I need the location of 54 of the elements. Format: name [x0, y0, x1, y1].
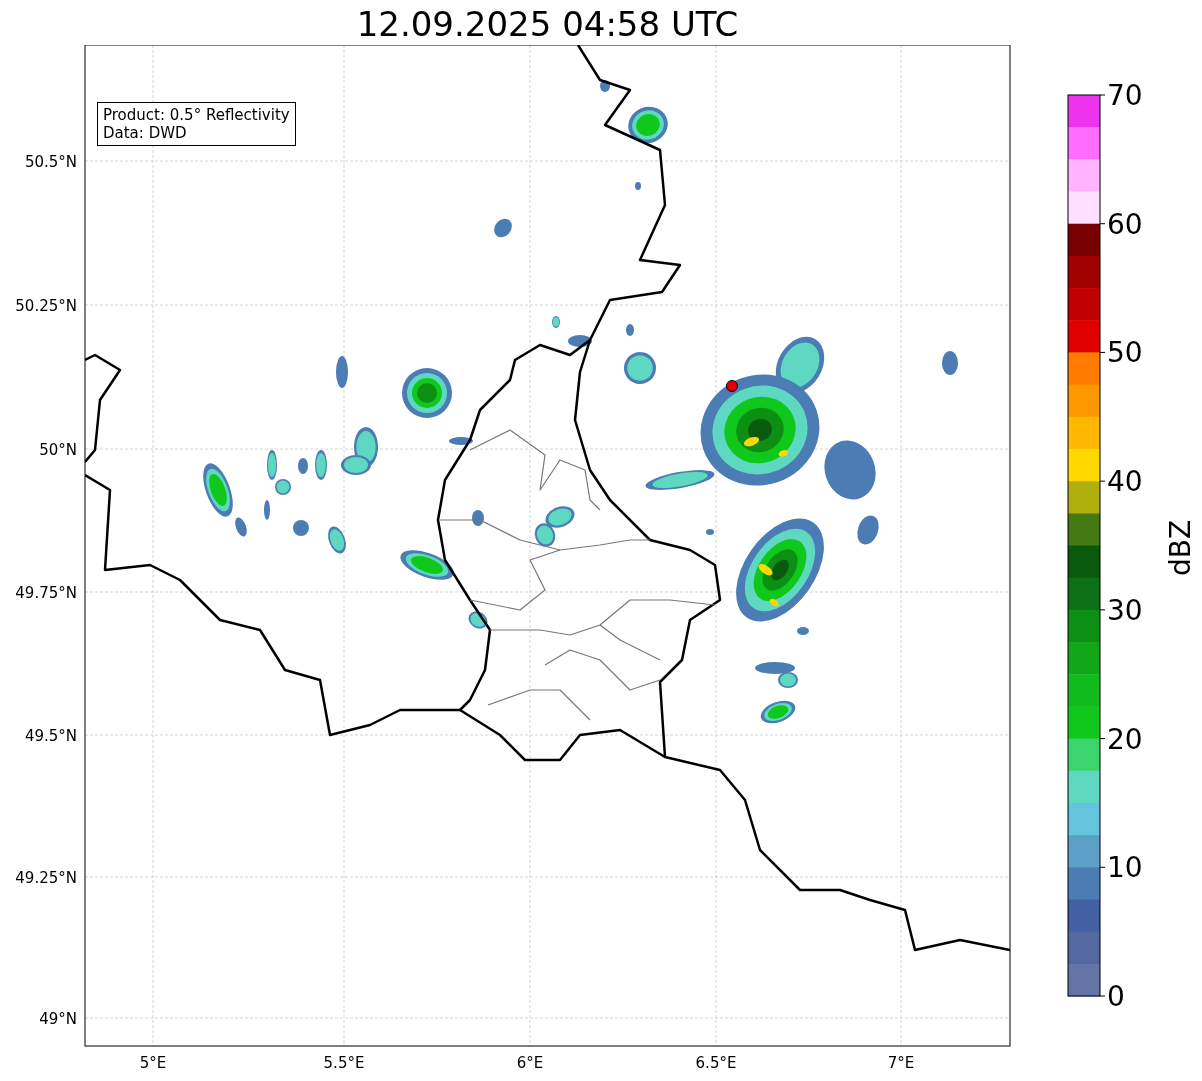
longitude-label: 5.5°E — [323, 1054, 365, 1072]
precipitation-echo — [568, 335, 592, 347]
precipitation-echo — [635, 182, 641, 190]
latitude-label: 50.5°N — [24, 153, 77, 171]
precipitation-echo — [468, 611, 488, 629]
precipitation-echo — [494, 218, 512, 238]
colorbar-tick-label: 30 — [1107, 593, 1143, 627]
latitude-label: 49.75°N — [15, 584, 77, 602]
colorbar-tick-label: 10 — [1107, 851, 1143, 885]
latitude-label: 50.25°N — [15, 297, 77, 315]
precipitation-echo — [797, 627, 809, 635]
colorbar-label: dBZ — [1164, 519, 1197, 577]
precipitation-echo — [203, 463, 233, 517]
colorbar-tick-label: 0 — [1107, 980, 1125, 1013]
longitude-label: 6°E — [516, 1054, 544, 1072]
location-marker — [726, 380, 738, 392]
precipitation-echo — [942, 351, 958, 375]
colorbar-tick-label: 20 — [1107, 722, 1143, 756]
latitude-label: 50°N — [39, 441, 77, 459]
precipitation-echo — [552, 316, 560, 328]
precipitation-echo — [760, 700, 796, 724]
precipitation-echo — [402, 368, 452, 418]
precipitation-echo — [336, 356, 348, 388]
precipitation-echo — [534, 523, 556, 547]
precipitation-echo — [624, 352, 656, 384]
precipitation-echo — [264, 500, 270, 520]
precipitation-echo — [315, 450, 327, 480]
precipitation-echo — [235, 517, 247, 537]
legend-text: Data: DWD — [103, 124, 188, 142]
precipitation-echo — [298, 458, 308, 474]
colorbar-tick-label: 50 — [1107, 336, 1143, 370]
precipitation-echo — [600, 80, 610, 92]
colorbar-tick-label: 40 — [1107, 465, 1143, 499]
precipitation-echo — [628, 106, 668, 144]
precipitation-echo — [293, 520, 309, 536]
precipitation-echo — [824, 440, 876, 500]
latitude-label: 49°N — [39, 1010, 77, 1028]
colorbar-tick-label: 70 — [1107, 79, 1143, 112]
precipitation-echo — [328, 526, 346, 554]
precipitation-echo — [400, 550, 454, 580]
longitude-label: 6.5°E — [695, 1054, 737, 1072]
chart-title: 12.09.2025 04:58 UTC — [356, 3, 739, 45]
colorbar-tick-label: 60 — [1107, 207, 1143, 241]
precipitation-echo — [857, 515, 879, 545]
precipitation-echo — [706, 529, 714, 535]
precipitation-echo — [449, 437, 473, 445]
latitude-label: 49.5°N — [24, 727, 77, 745]
longitude-label: 7°E — [887, 1054, 915, 1072]
longitude-label: 5°E — [139, 1054, 167, 1072]
legend-text: Product: 0.5° Reflectivity — [103, 106, 290, 124]
precipitation-echo — [545, 506, 575, 528]
precipitation-echo — [472, 510, 484, 526]
precipitation-echo — [626, 324, 634, 336]
latitude-label: 49.25°N — [15, 869, 77, 887]
